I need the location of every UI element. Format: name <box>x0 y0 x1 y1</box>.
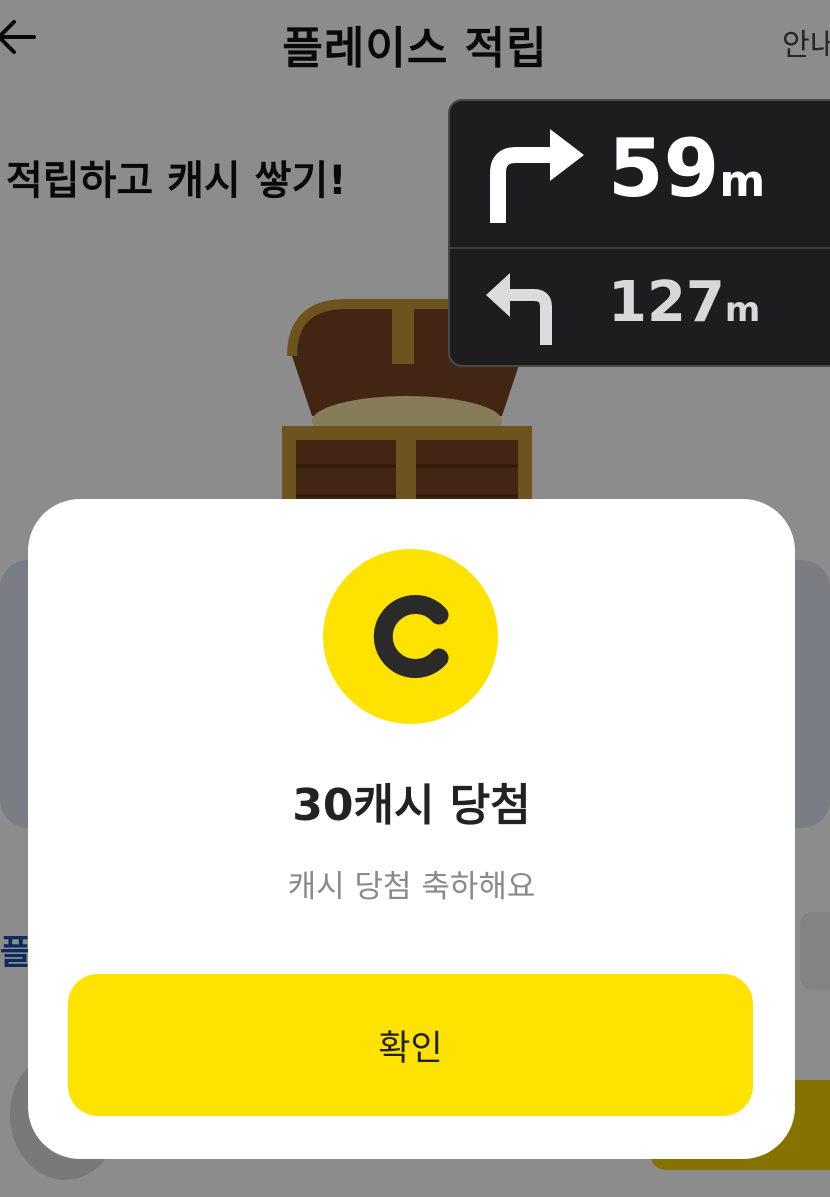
next-turn-distance-value: 59 <box>608 122 720 215</box>
confirm-button[interactable]: 확인 <box>68 974 753 1116</box>
cash-c-glyph-icon <box>373 595 449 678</box>
following-turn-distance-unit: m <box>724 290 761 330</box>
reward-dialog: 30캐시 당첨 캐시 당첨 축하해요 확인 <box>28 499 795 1159</box>
navigation-widget: 59m 127m <box>448 99 830 367</box>
turn-right-arrow-icon <box>490 129 584 223</box>
following-turn-distance-value: 127 <box>608 270 725 335</box>
following-turn-distance: 127m <box>608 275 760 331</box>
turn-left-arrow-icon <box>486 273 552 345</box>
next-turn-distance-unit: m <box>719 156 766 207</box>
dialog-subtitle: 캐시 당첨 축하해요 <box>287 869 536 905</box>
next-turn-distance: 59m <box>608 129 765 209</box>
next-turn-row: 59m <box>450 101 830 247</box>
following-turn-row: 127m <box>450 249 830 365</box>
dialog-title: 30캐시 당첨 <box>292 780 531 831</box>
cash-coin-icon <box>323 549 498 724</box>
